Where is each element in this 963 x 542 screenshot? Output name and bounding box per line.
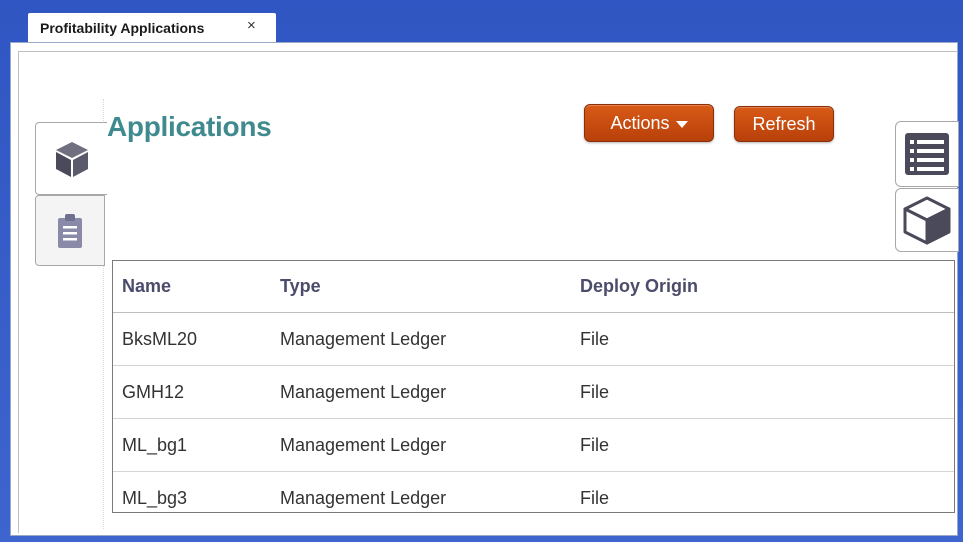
right-tab-list[interactable] xyxy=(895,121,959,187)
list-icon xyxy=(905,133,949,175)
tab-profitability-applications[interactable]: Profitability Applications × xyxy=(28,13,276,42)
table-header: Name Type Deploy Origin xyxy=(113,261,954,313)
cell-deploy-origin: File xyxy=(580,434,610,455)
cell-deploy-origin: File xyxy=(580,328,610,349)
refresh-button[interactable]: Refresh xyxy=(734,106,834,142)
table-row[interactable]: ML_bg1 Management Ledger File xyxy=(113,419,954,472)
actions-button[interactable]: Actions xyxy=(584,104,714,142)
content-panel: Applications Actions Refresh Name Type D… xyxy=(10,42,959,536)
column-header-deploy-origin[interactable]: Deploy Origin xyxy=(580,261,698,312)
right-tab-cube[interactable] xyxy=(895,188,959,252)
clipboard-icon xyxy=(58,213,82,248)
table-row[interactable]: GMH12 Management Ledger File xyxy=(113,366,954,419)
cell-name: BksML20 xyxy=(122,328,198,349)
tab-label: Profitability Applications xyxy=(40,20,205,36)
cell-type: Management Ledger xyxy=(280,328,447,349)
actions-label: Actions xyxy=(610,112,670,133)
left-tab-applications[interactable] xyxy=(35,122,107,195)
column-header-type[interactable]: Type xyxy=(280,261,321,312)
cell-type: Management Ledger xyxy=(280,434,447,455)
cell-type: Management Ledger xyxy=(280,381,447,402)
cube-outline-icon xyxy=(903,196,951,245)
cube-icon xyxy=(55,141,88,177)
cell-deploy-origin: File xyxy=(580,487,610,508)
close-icon[interactable]: × xyxy=(247,17,256,34)
table-row[interactable]: ML_bg3 Management Ledger File xyxy=(113,472,954,512)
cell-deploy-origin: File xyxy=(580,381,610,402)
cell-name: ML_bg1 xyxy=(122,434,188,455)
column-header-name[interactable]: Name xyxy=(122,261,171,312)
caret-down-icon xyxy=(675,121,688,128)
tab-bar: Profitability Applications × xyxy=(0,0,963,42)
cell-type: Management Ledger xyxy=(280,487,447,508)
refresh-label: Refresh xyxy=(752,113,816,134)
cell-name: ML_bg3 xyxy=(122,487,188,508)
cell-name: GMH12 xyxy=(122,381,185,402)
left-tab-clipboard[interactable] xyxy=(35,195,105,266)
window-frame: Profitability Applications × Application… xyxy=(0,0,963,542)
table-row[interactable]: BksML20 Management Ledger File xyxy=(113,313,954,366)
applications-table: Name Type Deploy Origin BksML20 Manageme… xyxy=(112,260,955,513)
page-title: Applications xyxy=(107,111,272,142)
